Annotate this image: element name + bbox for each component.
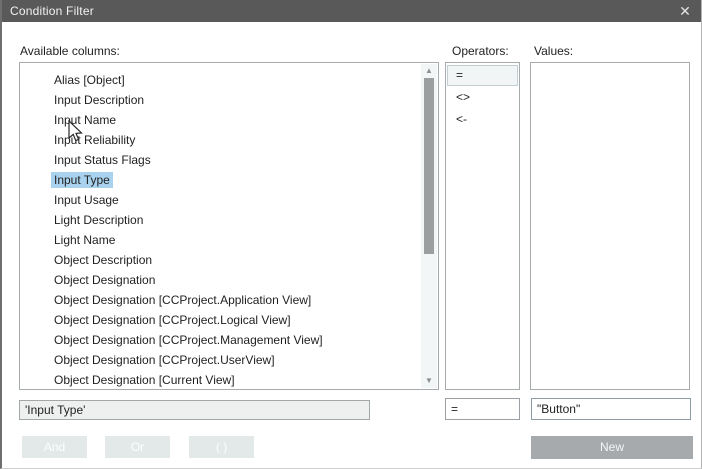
list-item[interactable]: Alias [Object]: [20, 70, 438, 90]
list-item[interactable]: Input Description: [20, 90, 438, 110]
vertical-scrollbar[interactable]: ▲ ▼: [421, 64, 437, 388]
list-item[interactable]: Object Designation [Current View]: [20, 370, 438, 390]
list-item-selected[interactable]: Input Type: [20, 170, 438, 190]
dialog-titlebar[interactable]: Condition Filter ✕: [2, 0, 701, 22]
operator-item[interactable]: <-: [447, 109, 518, 130]
operator-item-selected[interactable]: =: [447, 65, 518, 86]
list-item[interactable]: Input Status Flags: [20, 150, 438, 170]
list-item[interactable]: Input Name: [20, 110, 438, 130]
list-item[interactable]: Object Description: [20, 250, 438, 270]
operators-label: Operators:: [452, 44, 509, 58]
scrollbar-track[interactable]: [421, 78, 437, 374]
list-item[interactable]: Input Usage: [20, 190, 438, 210]
scroll-up-icon[interactable]: ▲: [421, 64, 437, 78]
list-item[interactable]: Object Designation [CCProject.Logical Vi…: [20, 310, 438, 330]
or-button[interactable]: Or: [105, 436, 170, 458]
scrollbar-thumb[interactable]: [424, 78, 434, 254]
condition-filter-dialog: Condition Filter ✕ Available columns: Op…: [0, 0, 702, 469]
values-label: Values:: [534, 44, 573, 58]
expression-operator-field[interactable]: =: [445, 398, 520, 420]
list-item[interactable]: Object Designation [CCProject.Management…: [20, 330, 438, 350]
and-button[interactable]: And: [22, 436, 87, 458]
available-columns-label: Available columns:: [20, 44, 120, 58]
expression-column-field[interactable]: 'Input Type': [19, 400, 370, 420]
expression-value-field[interactable]: "Button": [531, 398, 691, 420]
values-listbox[interactable]: [530, 62, 690, 390]
list-item[interactable]: Light Name: [20, 230, 438, 250]
operator-item[interactable]: <>: [447, 87, 518, 108]
new-button[interactable]: New: [531, 436, 693, 459]
scroll-down-icon[interactable]: ▼: [421, 374, 437, 388]
close-icon[interactable]: ✕: [673, 0, 697, 22]
operators-listbox[interactable]: = <> <-: [445, 62, 520, 390]
parentheses-button[interactable]: ( ): [189, 436, 254, 458]
list-item[interactable]: Object Designation [CCProject.Applicatio…: [20, 290, 438, 310]
list-item[interactable]: Object Designation: [20, 270, 438, 290]
list-item[interactable]: Input Reliability: [20, 130, 438, 150]
list-item[interactable]: Object Designation [CCProject.UserView]: [20, 350, 438, 370]
available-columns-listbox[interactable]: Alias [Object] Input Description Input N…: [19, 62, 439, 390]
list-item[interactable]: Light Description: [20, 210, 438, 230]
dialog-title: Condition Filter: [2, 4, 94, 18]
